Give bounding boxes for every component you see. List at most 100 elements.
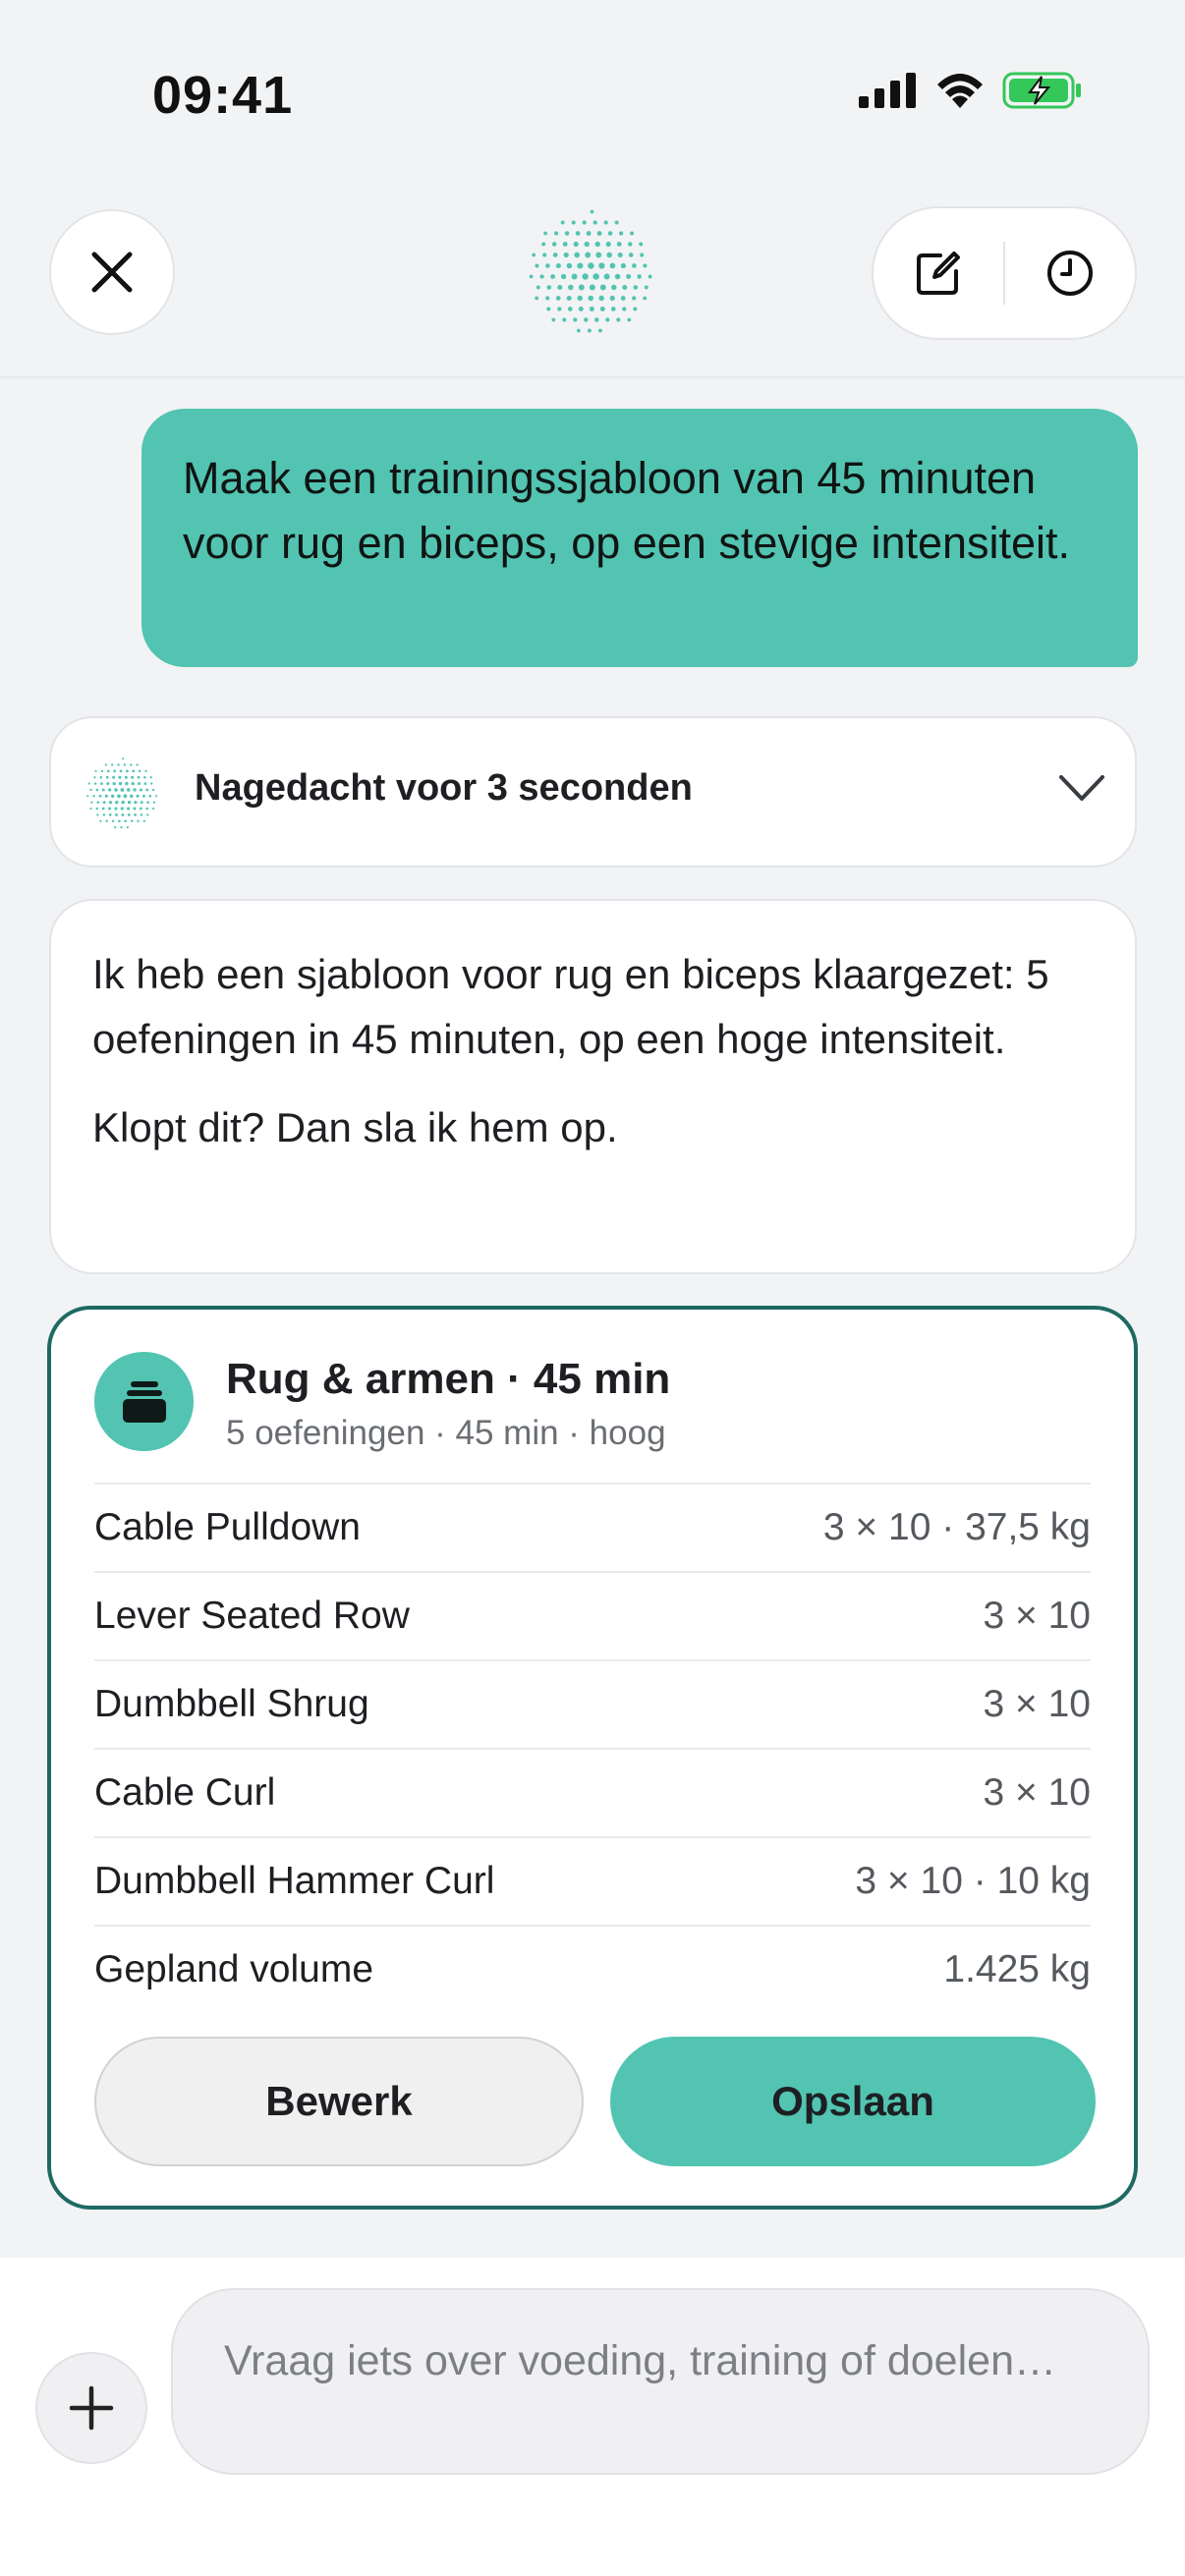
logo-dot xyxy=(101,788,105,792)
planned-volume-label: Gepland volume xyxy=(94,1948,374,1990)
logo-dot xyxy=(566,295,572,302)
logo-dot xyxy=(592,273,599,280)
logo-dot xyxy=(120,825,123,829)
logo-dot xyxy=(104,794,108,798)
logo-dot xyxy=(628,252,634,257)
logo-dot xyxy=(599,307,605,311)
logo-dot xyxy=(106,782,110,786)
logo-dot xyxy=(532,252,536,257)
logo-dot xyxy=(151,788,155,792)
logo-dot xyxy=(622,285,628,290)
logo-dot xyxy=(121,812,125,816)
logo-dot xyxy=(539,274,544,279)
logo-dot xyxy=(605,241,611,248)
logo-dot xyxy=(639,242,644,247)
logo-dot xyxy=(596,231,602,236)
logo-dot xyxy=(146,801,149,804)
logo-dot xyxy=(136,763,139,766)
exercise-value: 3 × 10 · 10 kg xyxy=(855,1860,1091,1902)
logo-dot xyxy=(120,807,124,811)
assistant-paragraph: Klopt dit? Dan sla ik hem op. xyxy=(92,1104,618,1150)
logo-dot xyxy=(155,795,158,798)
save-button[interactable]: Opslaan xyxy=(610,2037,1096,2166)
logo-dot xyxy=(125,781,129,786)
signal-icon xyxy=(859,73,916,108)
logo-dot xyxy=(562,317,567,322)
logo-dot xyxy=(117,794,121,799)
logo-dot xyxy=(563,252,569,258)
attach-button[interactable] xyxy=(35,2352,147,2464)
logo-dot xyxy=(552,252,558,257)
exercise-row: Cable Pulldown 3 × 10 · 37,5 kg xyxy=(94,1483,1091,1571)
exercise-name: Cable Curl xyxy=(94,1771,276,1814)
logo-dot xyxy=(543,231,547,236)
exercise-name: Dumbbell Shrug xyxy=(94,1683,369,1725)
logo-dot xyxy=(133,788,137,792)
logo-dot xyxy=(87,782,90,785)
planned-volume-value: 1.425 kg xyxy=(943,1948,1091,1990)
logo-dot xyxy=(105,775,109,779)
logo-dot xyxy=(126,825,129,829)
logo-dot xyxy=(586,231,592,236)
logo-dot xyxy=(123,794,128,799)
logo-dot xyxy=(632,263,637,268)
exercise-list: Cable Pulldown 3 × 10 · 37,5 kg Lever Se… xyxy=(94,1483,1091,2013)
history-button[interactable] xyxy=(1005,208,1135,338)
logo-dot xyxy=(134,801,138,805)
logo-dot xyxy=(99,775,103,779)
logo-dot xyxy=(550,274,556,279)
logo-dot xyxy=(589,284,595,291)
logo-dot xyxy=(102,813,106,816)
logo-dot xyxy=(617,252,623,258)
logo-dot xyxy=(598,295,604,302)
logo-dot xyxy=(132,769,136,773)
logo-dot xyxy=(137,775,141,779)
close-button[interactable] xyxy=(49,209,175,335)
logo-dot xyxy=(594,241,600,248)
logo-dot xyxy=(589,307,594,311)
exercise-name: Cable Pulldown xyxy=(94,1506,362,1548)
logo-dot xyxy=(146,813,149,816)
logo-dot xyxy=(138,782,141,786)
logo-dot xyxy=(626,274,632,279)
chevron-down-icon[interactable] xyxy=(1057,771,1106,805)
logo-dot xyxy=(633,285,639,290)
logo-dot xyxy=(114,825,117,829)
logo-dot xyxy=(557,307,562,311)
logo-dot xyxy=(576,328,581,333)
exercise-value: 3 × 10 xyxy=(983,1771,1091,1814)
message-input[interactable]: Vraag iets over voeding, training of doe… xyxy=(171,2288,1150,2475)
logo-dot xyxy=(620,262,626,269)
logo-dot xyxy=(110,763,114,766)
logo-dot xyxy=(126,788,131,792)
logo-dot xyxy=(571,220,576,225)
status-icons xyxy=(859,71,1083,110)
new-chat-button[interactable] xyxy=(874,208,1003,338)
logo-dot xyxy=(112,775,116,779)
logo-dot xyxy=(95,788,99,792)
logo-dot xyxy=(566,262,573,269)
edit-button[interactable]: Bewerk xyxy=(94,2037,584,2166)
logo-dot xyxy=(545,296,550,301)
thinking-disclosure[interactable]: Nagedacht voor 3 seconden xyxy=(49,716,1137,868)
logo-dot xyxy=(609,295,615,302)
logo-dot xyxy=(610,307,616,311)
logo-dot xyxy=(555,296,561,301)
logo-dot xyxy=(110,794,115,799)
logo-dot xyxy=(536,285,540,290)
logo-dot xyxy=(606,252,612,258)
assistant-message: Ik heb een sjabloon voor rug en biceps k… xyxy=(49,899,1137,1274)
logo-dot xyxy=(140,813,143,816)
logo-dot xyxy=(618,231,624,236)
logo-dot xyxy=(555,262,561,269)
logo-dot xyxy=(551,242,557,247)
logo-dot xyxy=(535,296,539,301)
logo-dot xyxy=(119,769,123,773)
logo-dot xyxy=(126,769,129,773)
logo-dot xyxy=(640,252,645,257)
thinking-label: Nagedacht voor 3 seconden xyxy=(195,767,693,809)
logo-dot xyxy=(643,263,648,268)
logo-dot xyxy=(592,220,597,225)
logo-dot xyxy=(142,794,145,798)
logo-dot xyxy=(614,220,619,225)
